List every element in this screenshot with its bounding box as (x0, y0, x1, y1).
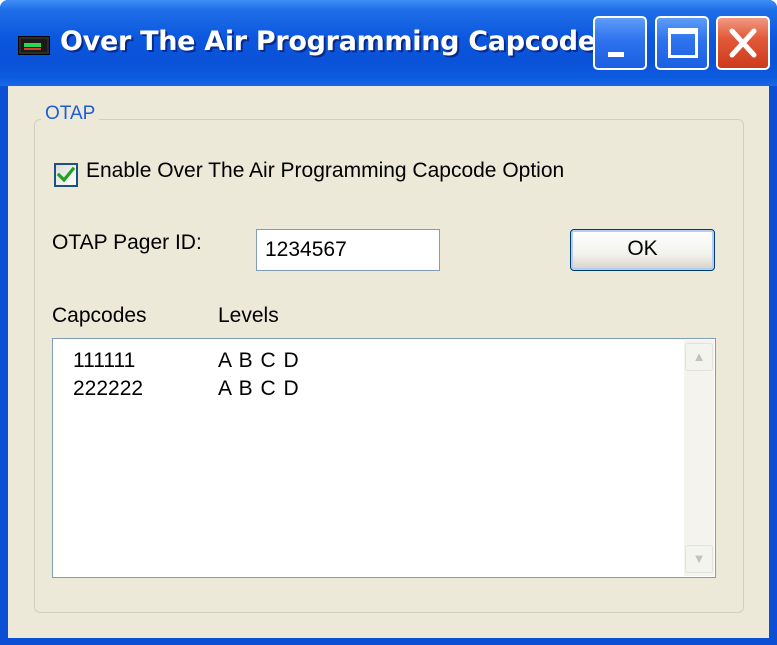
scroll-up-button[interactable]: ▲ (685, 343, 713, 371)
window-title: Over The Air Programming Capcode (60, 26, 596, 57)
enable-otap-checkbox[interactable] (54, 163, 78, 187)
minimize-button[interactable] (593, 16, 647, 70)
vertical-scrollbar[interactable]: ▲ ▼ (684, 340, 714, 576)
app-icon-led-red (24, 48, 41, 50)
maximize-icon (668, 28, 698, 58)
checkmark-icon (56, 166, 76, 183)
minimize-icon (608, 52, 624, 57)
dialog-client-area: OTAP Enable Over The Air Programming Cap… (8, 86, 769, 638)
levels-value: A B C D (218, 377, 300, 400)
pager-id-input[interactable] (256, 229, 440, 271)
list-item[interactable]: 111111 A B C D (73, 349, 673, 377)
scroll-down-button[interactable]: ▼ (685, 545, 713, 573)
enable-otap-checkbox-label[interactable]: Enable Over The Air Programming Capcode … (86, 159, 564, 183)
otap-group-label: OTAP (41, 103, 100, 125)
otap-dialog-window: Over The Air Programming Capcode OTAP En… (0, 0, 777, 645)
levels-column-header: Levels (218, 304, 279, 327)
capcode-listbox[interactable]: 111111 A B C D 222222 A B C D ▲ ▼ (52, 338, 716, 578)
maximize-button[interactable] (655, 16, 709, 70)
capcode-value: 222222 (73, 377, 144, 400)
ok-button[interactable]: OK (570, 229, 715, 271)
chevron-up-icon: ▲ (692, 349, 706, 364)
close-icon (729, 28, 757, 58)
app-icon-led-green (24, 43, 41, 47)
app-icon[interactable] (18, 36, 50, 55)
capcodes-column-header: Capcodes (52, 304, 147, 327)
chevron-down-icon: ▼ (692, 551, 706, 566)
capcode-value: 111111 (73, 349, 136, 372)
pager-id-label: OTAP Pager ID: (52, 231, 202, 254)
close-button[interactable] (716, 16, 770, 70)
list-item[interactable]: 222222 A B C D (73, 377, 673, 405)
title-bar[interactable]: Over The Air Programming Capcode (0, 0, 777, 86)
levels-value: A B C D (218, 349, 300, 372)
